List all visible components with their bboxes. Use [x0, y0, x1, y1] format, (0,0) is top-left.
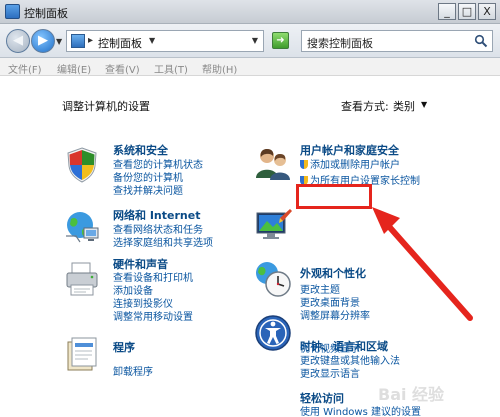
watermark: Bai 经验 — [378, 385, 445, 404]
menu-file[interactable]: 文件(F) — [8, 61, 42, 76]
search-icon[interactable] — [474, 34, 488, 48]
link-uninstall-program[interactable]: 卸载程序 — [113, 363, 153, 378]
navigation-bar: ◀ ▶ ▼ ▸ 控制面板 ▼ ▼ ➜ 搜索控制面板 — [0, 24, 500, 58]
close-button[interactable]: X — [478, 3, 496, 20]
link-mobility-settings[interactable]: 调整常用移动设置 — [113, 308, 193, 323]
uac-shield-icon — [300, 160, 308, 169]
control-panel-icon — [5, 4, 20, 19]
recent-pages-dropdown-icon[interactable]: ▼ — [56, 37, 62, 46]
view-by-dropdown[interactable]: 类别 — [393, 98, 415, 114]
link-windows-recommended-settings[interactable]: 使用 Windows 建议的设置 — [300, 403, 421, 417]
refresh-button[interactable]: ➜ — [272, 32, 289, 49]
page-title: 调整计算机的设置 — [62, 100, 150, 113]
address-bar[interactable]: ▸ 控制面板 ▼ ▼ — [66, 30, 264, 52]
forward-button[interactable]: ▶ — [31, 29, 55, 53]
title-bar: 控制面板 _ □ X — [0, 0, 500, 24]
menu-bar: 文件(F) 编辑(E) 查看(V) 工具(T) 帮助(H) — [0, 58, 500, 76]
link-optimize-visual-display[interactable]: 优化视频显示 — [300, 340, 360, 355]
breadcrumb-chevron-icon[interactable]: ▼ — [149, 36, 155, 45]
breadcrumb-separator-icon[interactable]: ▸ — [88, 35, 93, 46]
back-button[interactable]: ◀ — [6, 29, 30, 53]
link-add-remove-accounts[interactable]: 添加或删除用户帐户 — [300, 156, 400, 171]
maximize-button[interactable]: □ — [458, 3, 476, 20]
clock-globe-icon[interactable] — [253, 259, 293, 299]
menu-edit[interactable]: 编辑(E) — [57, 61, 91, 76]
link-troubleshoot[interactable]: 查找并解决问题 — [113, 182, 183, 197]
printer-icon[interactable] — [62, 259, 102, 299]
category-title-appearance-personalization[interactable]: 外观和个性化 — [300, 265, 366, 281]
minimize-button[interactable]: _ — [438, 3, 456, 20]
link-add-remove-accounts-label: 添加或删除用户帐户 — [310, 160, 400, 171]
users-icon[interactable] — [253, 144, 293, 184]
breadcrumb-control-panel[interactable]: 控制面板 — [98, 35, 142, 51]
annotation-highlight-box — [296, 184, 372, 209]
view-by-chevron-icon[interactable]: ▼ — [421, 100, 427, 109]
appearance-icon[interactable] — [253, 206, 293, 246]
link-homegroup-sharing[interactable]: 选择家庭组和共享选项 — [113, 234, 213, 249]
link-change-display-language[interactable]: 更改显示语言 — [300, 365, 360, 380]
link-adjust-screen-resolution[interactable]: 调整屏幕分辨率 — [300, 307, 370, 322]
content-pane: 调整计算机的设置 查看方式: 类别 ▼ 系统和安全 查看您的计算机状态 备份您的… — [0, 76, 500, 417]
address-dropdown-icon[interactable]: ▼ — [252, 36, 258, 45]
menu-view[interactable]: 查看(V) — [105, 61, 140, 76]
window-title: 控制面板 — [24, 7, 68, 20]
search-placeholder: 搜索控制面板 — [307, 37, 373, 50]
shield-icon[interactable] — [62, 144, 102, 184]
search-input[interactable]: 搜索控制面板 — [301, 30, 493, 52]
control-panel-icon — [71, 34, 85, 48]
category-title-programs[interactable]: 程序 — [113, 339, 135, 355]
window-controls: _ □ X — [438, 3, 496, 20]
ease-of-access-icon[interactable] — [253, 313, 293, 353]
menu-help[interactable]: 帮助(H) — [202, 61, 237, 76]
network-globe-icon[interactable] — [62, 206, 102, 246]
programs-icon[interactable] — [62, 334, 102, 374]
view-by-label: 查看方式: — [341, 100, 389, 113]
menu-tools[interactable]: 工具(T) — [154, 61, 188, 76]
